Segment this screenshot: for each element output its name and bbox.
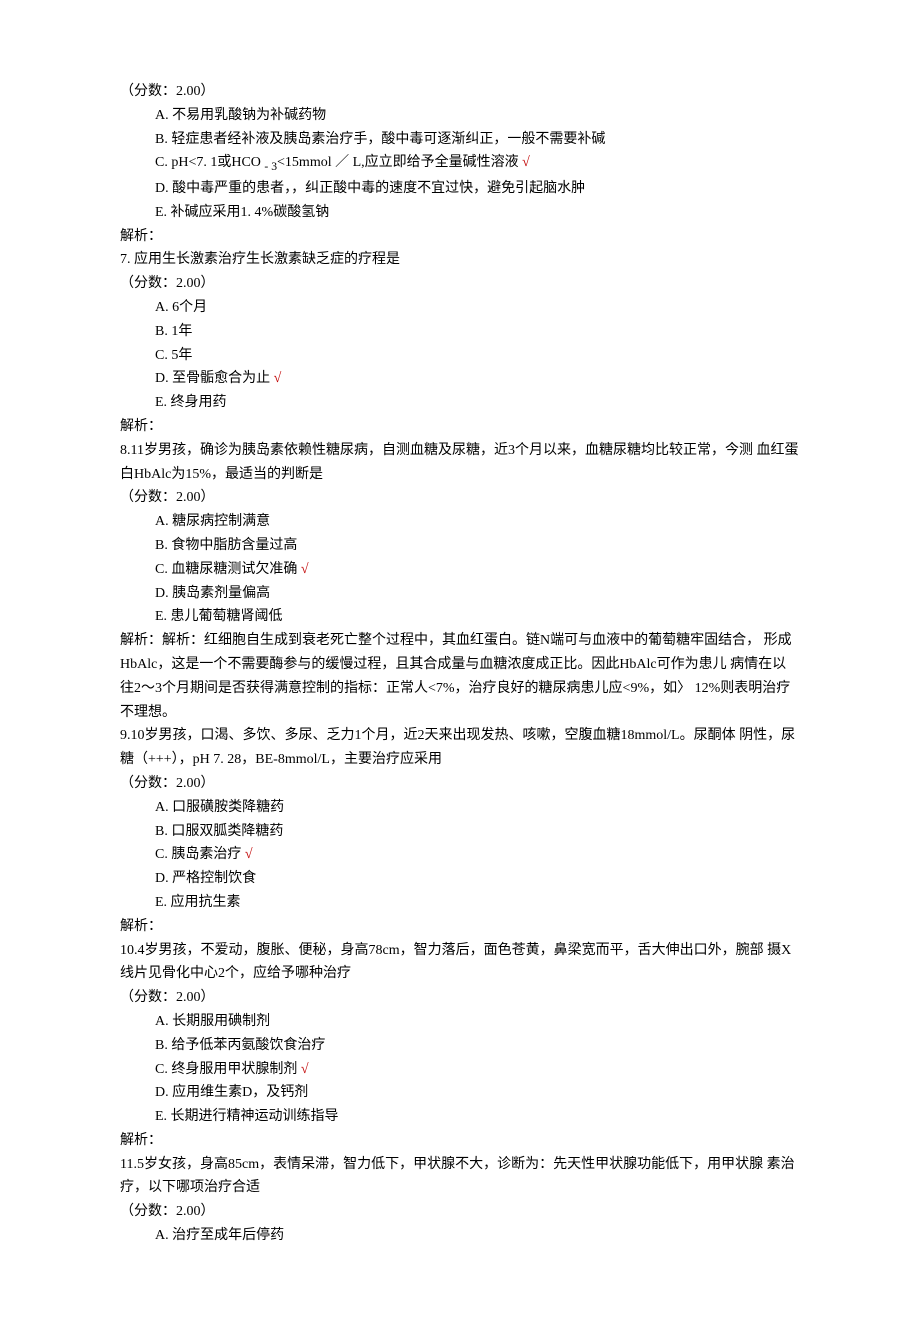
q10-stem: 10.4岁男孩，不爱动，腹胀、便秘，身高78cm，智力落后，面色苍黄，鼻梁宽而平… bbox=[120, 939, 800, 987]
q10-c-pre: C. 终身服用甲状腺制剂 bbox=[141, 1062, 301, 1077]
q9-option-d: D. 严格控制饮食 bbox=[120, 867, 800, 891]
q6-option-a: A. 不易用乳酸钠为补碱药物 bbox=[120, 104, 800, 128]
q8-option-a: A. 糖尿病控制满意 bbox=[120, 510, 800, 534]
q6-analysis: 解析： bbox=[120, 225, 800, 249]
q7-option-b: B. 1年 bbox=[120, 320, 800, 344]
q6-option-c: C. pH<7. 1或HCO - 3<15mmol ／ L,应立即给予全量碱性溶… bbox=[120, 151, 800, 177]
correct-mark-icon: √ bbox=[522, 155, 530, 170]
q7-option-d: D. 至骨骺愈合为止 √ bbox=[120, 367, 800, 391]
q10-score: （分数：2.00） bbox=[120, 986, 800, 1010]
q9-option-a: A. 口服磺胺类降糖药 bbox=[120, 796, 800, 820]
q6-option-e: E. 补碱应采用1. 4%碳酸氢钠 bbox=[120, 201, 800, 225]
correct-mark-icon: √ bbox=[301, 562, 309, 577]
q9-option-b: B. 口服双胍类降糖药 bbox=[120, 820, 800, 844]
q7-score: （分数：2.00） bbox=[120, 272, 800, 296]
q8-option-b: B. 食物中脂肪含量过高 bbox=[120, 534, 800, 558]
q6-option-d: D. 酸中毒严重的患者，，纠正酸中毒的速度不宜过快，避免引起脑水肿 bbox=[120, 177, 800, 201]
q9-score: （分数：2.00） bbox=[120, 772, 800, 796]
q11-option-a: A. 治疗至成年后停药 bbox=[120, 1224, 800, 1248]
q9-option-c: C. 胰岛素治疗 √ bbox=[120, 843, 800, 867]
q11-score: （分数：2.00） bbox=[120, 1200, 800, 1224]
q9-option-e: E. 应用抗生素 bbox=[120, 891, 800, 915]
correct-mark-icon: √ bbox=[301, 1062, 309, 1077]
q6-score: （分数：2.00） bbox=[120, 80, 800, 104]
q9-stem: 9.10岁男孩，口渴、多饮、多尿、乏力1个月，近2天来出现发热、咳嗽，空腹血糖1… bbox=[120, 724, 800, 772]
q9-analysis: 解析： bbox=[120, 915, 800, 939]
q6-c-sub: - 3 bbox=[264, 160, 277, 173]
q10-option-c: C. 终身服用甲状腺制剂 √ bbox=[120, 1058, 800, 1082]
q7-analysis: 解析： bbox=[120, 415, 800, 439]
q8-option-e: E. 患儿葡萄糖肾阈低 bbox=[120, 605, 800, 629]
q11-stem: 11.5岁女孩，身高85cm，表情呆滞，智力低下，甲状腺不大，诊断为：先天性甲状… bbox=[120, 1153, 800, 1201]
q6-c-pre: C. pH<7. 1或HCO bbox=[141, 155, 264, 170]
q8-option-c: C. 血糖尿糖测试欠准确 √ bbox=[120, 558, 800, 582]
q10-analysis: 解析： bbox=[120, 1129, 800, 1153]
correct-mark-icon: √ bbox=[245, 847, 253, 862]
q8-score: （分数：2.00） bbox=[120, 486, 800, 510]
q10-option-a: A. 长期服用碘制剂 bbox=[120, 1010, 800, 1034]
q8-stem: 8.11岁男孩，确诊为胰岛素依赖性糖尿病，自测血糖及尿糖，近3个月以来，血糖尿糖… bbox=[120, 439, 800, 487]
q7-stem: 7. 应用生长激素治疗生长激素缺乏症的疗程是 bbox=[120, 248, 800, 272]
q10-option-b: B. 给予低苯丙氨酸饮食治疗 bbox=[120, 1034, 800, 1058]
q10-option-e: E. 长期进行精神运动训练指导 bbox=[120, 1105, 800, 1129]
q8-analysis: 解析：解析：红细胞自生成到衰老死亡整个过程中，其血红蛋白。链N端可与血液中的葡萄… bbox=[120, 629, 800, 724]
correct-mark-icon: √ bbox=[274, 371, 282, 386]
q7-option-e: E. 终身用药 bbox=[120, 391, 800, 415]
q8-option-d: D. 胰岛素剂量偏高 bbox=[120, 582, 800, 606]
q6-c-post: <15mmol ／ L,应立即给予全量碱性溶液 bbox=[277, 155, 522, 170]
q7-option-c: C. 5年 bbox=[120, 344, 800, 368]
q6-option-b: B. 轻症患者经补液及胰岛素治疗手，酸中毒可逐渐纠正，一般不需要补碱 bbox=[120, 128, 800, 152]
q10-option-d: D. 应用维生素D，及钙剂 bbox=[120, 1081, 800, 1105]
q7-d-pre: D. 至骨骺愈合为止 bbox=[141, 371, 274, 386]
q8-c-pre: C. 血糖尿糖测试欠准确 bbox=[141, 562, 301, 577]
q9-c-pre: C. 胰岛素治疗 bbox=[141, 847, 245, 862]
q7-option-a: A. 6个月 bbox=[120, 296, 800, 320]
